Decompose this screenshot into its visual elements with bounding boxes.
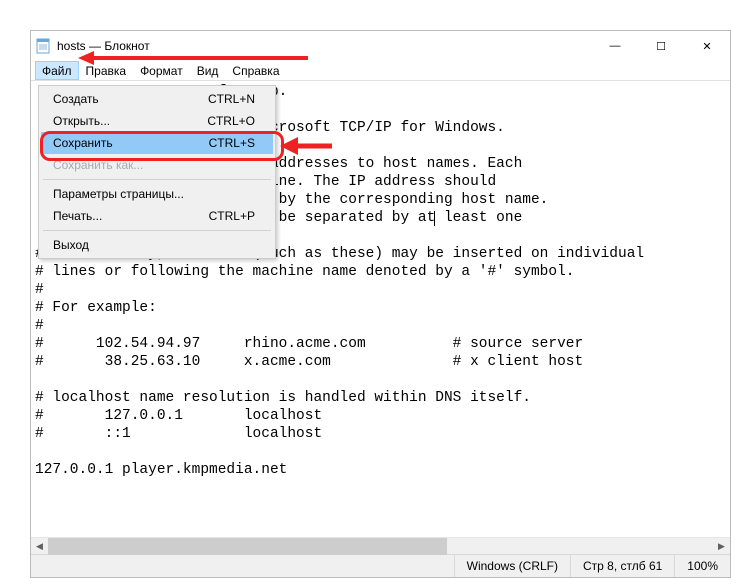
menu-item-save[interactable]: Сохранить CTRL+S	[41, 132, 273, 154]
editor-line: # 127.0.0.1 localhost	[35, 407, 726, 425]
scroll-thumb[interactable]	[48, 538, 447, 555]
editor-line: # 38.25.63.10 x.acme.com # x client host	[35, 353, 726, 371]
editor-line: 127.0.0.1 player.kmpmedia.net	[35, 461, 726, 479]
scroll-track[interactable]	[48, 538, 713, 555]
editor-line: # lines or following the machine name de…	[35, 263, 726, 281]
menu-shortcut: CTRL+N	[208, 92, 255, 106]
menu-label: Открыть...	[53, 114, 110, 128]
menu-shortcut: CTRL+P	[209, 209, 255, 223]
menu-label: Параметры страницы...	[53, 187, 184, 201]
menu-view[interactable]: Вид	[190, 61, 226, 80]
menu-help[interactable]: Справка	[225, 61, 286, 80]
editor-line: # 102.54.94.97 rhino.acme.com # source s…	[35, 335, 726, 353]
status-position: Стр 8, стлб 61	[570, 555, 674, 577]
menu-edit[interactable]: Правка	[79, 61, 134, 80]
notepad-icon	[35, 38, 51, 54]
editor-line: #	[35, 281, 726, 299]
window-title: hosts — Блокнот	[57, 39, 592, 53]
scroll-right-button[interactable]: ▶	[713, 538, 730, 555]
menubar: Файл Правка Формат Вид Справка	[31, 61, 730, 81]
menu-separator	[43, 179, 271, 180]
editor-line: # For example:	[35, 299, 726, 317]
close-button[interactable]: ✕	[684, 31, 730, 61]
status-zoom: 100%	[674, 555, 730, 577]
menu-separator	[43, 230, 271, 231]
statusbar: Windows (CRLF) Стр 8, стлб 61 100%	[31, 554, 730, 577]
menu-item-create[interactable]: Создать CTRL+N	[41, 88, 273, 110]
editor-line	[35, 443, 726, 461]
editor-line: # localhost name resolution is handled w…	[35, 389, 726, 407]
menu-format[interactable]: Формат	[133, 61, 190, 80]
menu-shortcut: CTRL+O	[207, 114, 255, 128]
menu-label: Выход	[53, 238, 89, 252]
maximize-button[interactable]: ☐	[638, 31, 684, 61]
menu-label: Печать...	[53, 209, 102, 223]
menu-label: Сохранить как...	[53, 158, 143, 172]
titlebar[interactable]: hosts — Блокнот — ☐ ✕	[31, 31, 730, 61]
menu-shortcut: CTRL+S	[209, 136, 255, 150]
status-encoding: Windows (CRLF)	[454, 555, 570, 577]
editor-line: # ::1 localhost	[35, 425, 726, 443]
menu-label: Создать	[53, 92, 99, 106]
menu-item-open[interactable]: Открыть... CTRL+O	[41, 110, 273, 132]
menu-item-print[interactable]: Печать... CTRL+P	[41, 205, 273, 227]
horizontal-scrollbar[interactable]: ◀ ▶	[31, 537, 730, 554]
window-controls: — ☐ ✕	[592, 31, 730, 61]
minimize-button[interactable]: —	[592, 31, 638, 61]
menu-item-exit[interactable]: Выход	[41, 234, 273, 256]
editor-line: #	[35, 317, 726, 335]
menu-file[interactable]: Файл	[35, 61, 79, 80]
menu-item-pagesetup[interactable]: Параметры страницы...	[41, 183, 273, 205]
editor-line	[35, 371, 726, 389]
menu-item-saveas: Сохранить как...	[41, 154, 273, 176]
menu-label: Сохранить	[53, 136, 113, 150]
file-menu-dropdown: Создать CTRL+N Открыть... CTRL+O Сохранить…	[38, 85, 276, 259]
text-caret	[434, 211, 435, 226]
scroll-left-button[interactable]: ◀	[31, 538, 48, 555]
